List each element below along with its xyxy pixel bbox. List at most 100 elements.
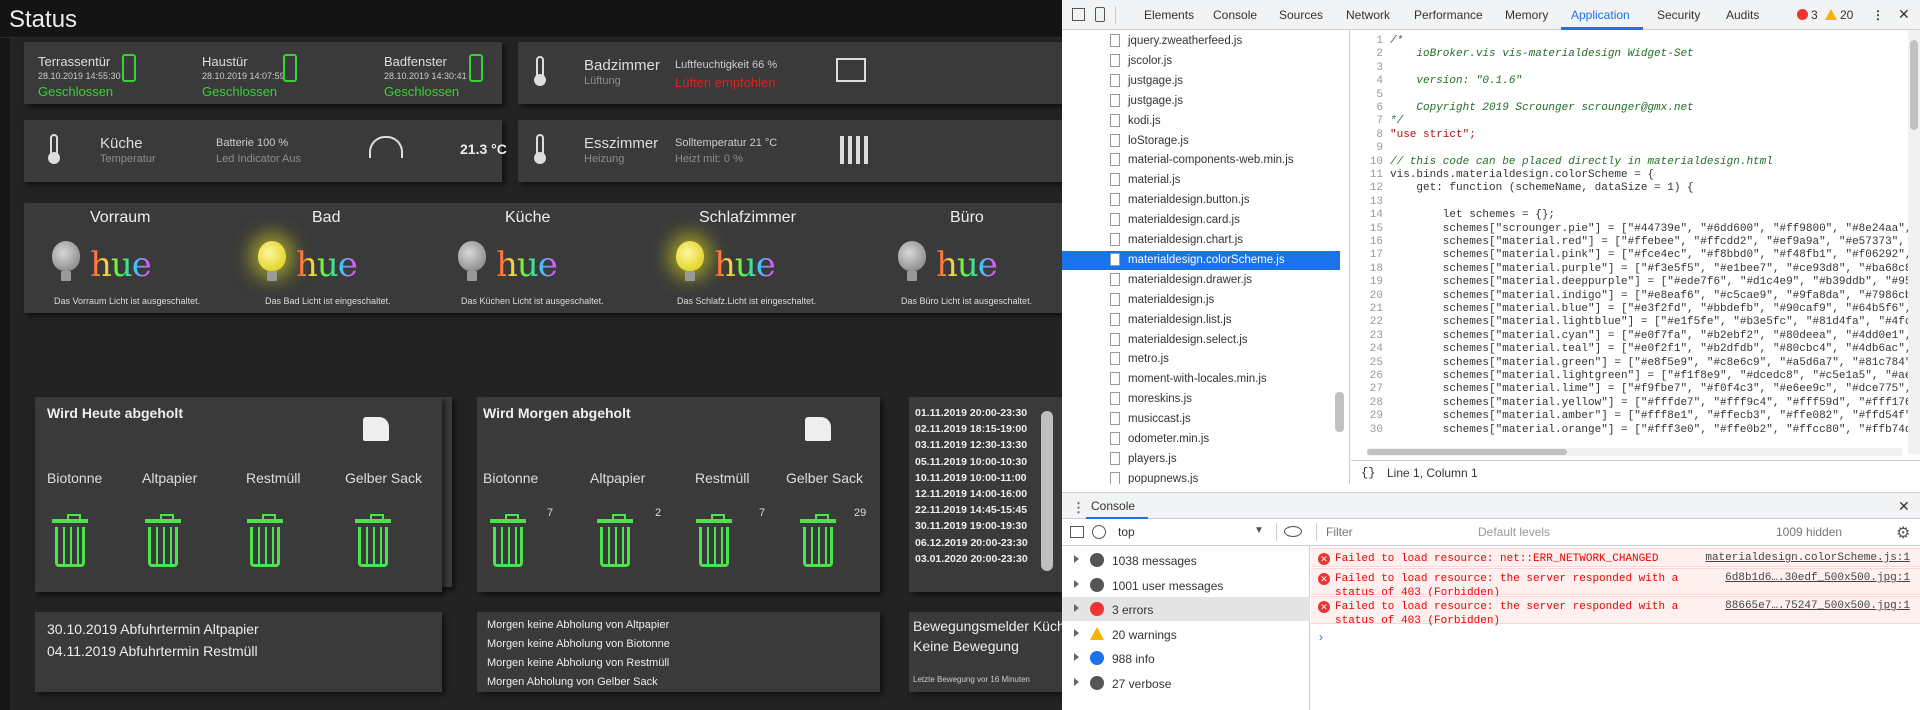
schedule-item: 05.11.2019 10:00-10:30 xyxy=(915,455,1028,468)
file-tree-item[interactable]: material.js xyxy=(1062,171,1340,190)
file-icon xyxy=(1110,312,1120,326)
close-icon[interactable]: ✕ xyxy=(1898,6,1910,23)
bin-label: Gelber Sack xyxy=(345,470,423,486)
chevron-down-icon[interactable]: ▼ xyxy=(1254,525,1264,536)
horizontal-scrollbar[interactable] xyxy=(1367,448,1902,456)
sidebar-toggle-icon[interactable] xyxy=(1070,526,1084,538)
file-tree-item[interactable]: materialdesign.button.js xyxy=(1062,191,1340,210)
file-tree-item[interactable]: moreskins.js xyxy=(1062,390,1340,409)
console-filter-item[interactable]: 3 errors xyxy=(1062,597,1310,621)
file-tree-item[interactable]: materialdesign.drawer.js xyxy=(1062,271,1340,290)
filter-input[interactable] xyxy=(1322,522,1466,542)
tab-memory[interactable]: Memory xyxy=(1505,8,1548,22)
console-error-row[interactable]: ✕ Failed to load resource: the server res… xyxy=(1311,568,1920,599)
file-icon xyxy=(1110,93,1120,107)
drawer-header: ⋮ Console ✕ xyxy=(1062,492,1920,520)
more-menu-icon[interactable]: ⋮ xyxy=(1872,8,1884,22)
expand-arrow-icon[interactable] xyxy=(1074,677,1079,686)
file-tree-item[interactable]: musiccast.js xyxy=(1062,410,1340,429)
file-tree-item[interactable]: popupnews.js xyxy=(1062,470,1340,484)
console-filter-item[interactable]: 27 verbose xyxy=(1062,671,1310,695)
file-tree-item[interactable]: materialdesign.select.js xyxy=(1062,331,1340,350)
close-drawer-icon[interactable]: ✕ xyxy=(1898,498,1910,515)
tab-audits[interactable]: Audits xyxy=(1726,8,1759,22)
trash-bin-icon xyxy=(490,514,526,567)
eye-icon[interactable] xyxy=(1284,526,1302,537)
file-name: moment-with-locales.min.js xyxy=(1128,373,1267,386)
file-name: popupnews.js xyxy=(1128,472,1199,484)
file-icon xyxy=(1110,213,1120,227)
file-tree-item[interactable]: materialdesign.colorScheme.js xyxy=(1062,250,1340,270)
device-toolbar-icon[interactable] xyxy=(1095,7,1105,22)
no-pickup-item: Morgen keine Abholung von Altpapier xyxy=(487,619,670,631)
clear-console-icon[interactable] xyxy=(1092,525,1106,539)
drawer-menu-icon[interactable]: ⋮ xyxy=(1072,500,1085,516)
scrollbar[interactable] xyxy=(1335,392,1344,432)
file-name: jscolor.js xyxy=(1128,54,1173,67)
error-source-link[interactable]: 88665e7….75247_500x500.jpg:1 xyxy=(1725,600,1910,612)
console-filter-item[interactable]: 20 warnings xyxy=(1062,622,1310,646)
file-tree-item[interactable]: materialdesign.list.js xyxy=(1062,311,1340,330)
file-name: material.js xyxy=(1128,174,1181,187)
console-error-row[interactable]: ✕ Failed to load resource: the server res… xyxy=(1311,596,1920,627)
days-until-pickup: 7 xyxy=(759,507,766,519)
file-tree-item[interactable]: materialdesign.chart.js xyxy=(1062,231,1340,250)
file-tree-item[interactable]: metro.js xyxy=(1062,350,1340,369)
tab-security[interactable]: Security xyxy=(1657,8,1700,22)
console-filter-item[interactable]: 1001 user messages xyxy=(1062,573,1310,597)
devtools-panel: Elements Console Sources Network Perform… xyxy=(1062,0,1920,710)
bin-label: Biotonne xyxy=(483,470,539,486)
console-filter-item[interactable]: 988 info xyxy=(1062,646,1310,670)
tab-console[interactable]: Console xyxy=(1213,8,1257,22)
file-tree-item[interactable]: justgage.js xyxy=(1062,72,1340,91)
file-tree-item[interactable]: materialdesign.card.js xyxy=(1062,211,1340,230)
expand-arrow-icon[interactable] xyxy=(1074,604,1079,612)
code-text: schemes["material.pink"] = ["#fce4ec", "… xyxy=(1390,249,1912,262)
tab-network[interactable]: Network xyxy=(1346,8,1390,22)
devtools-tab-bar: Elements Console Sources Network Perform… xyxy=(1062,0,1920,30)
trash-bin-icon xyxy=(800,514,836,567)
warning-icon[interactable] xyxy=(1825,9,1837,20)
console-filter-item[interactable]: 1038 messages xyxy=(1062,548,1310,572)
scrollbar[interactable] xyxy=(1908,30,1920,454)
error-icon[interactable] xyxy=(1797,9,1808,20)
inspect-icon[interactable] xyxy=(1072,8,1085,21)
file-tree-item[interactable]: jquery.zweatherfeed.js xyxy=(1062,32,1340,51)
file-tree-item[interactable]: odometer.min.js xyxy=(1062,430,1340,449)
console-prompt[interactable]: › xyxy=(1319,630,1323,644)
tab-sources[interactable]: Sources xyxy=(1279,8,1323,22)
expand-arrow-icon[interactable] xyxy=(1074,579,1079,588)
tab-application[interactable]: Application xyxy=(1571,8,1630,22)
file-tree-item[interactable]: justgage.js xyxy=(1062,92,1340,111)
tab-performance[interactable]: Performance xyxy=(1414,8,1483,22)
bug-icon xyxy=(1090,675,1104,690)
console-error-row[interactable]: ✕ Failed to load resource: net::ERR_NETWO… xyxy=(1311,548,1920,567)
file-tree-item[interactable]: materialdesign.js xyxy=(1062,291,1340,310)
file-tree-item[interactable]: players.js xyxy=(1062,450,1340,469)
file-icon xyxy=(1110,392,1120,406)
file-tree-item[interactable]: kodi.js xyxy=(1062,112,1340,131)
file-tree-item[interactable]: jscolor.js xyxy=(1062,52,1340,71)
file-tree-item[interactable]: loStorage.js xyxy=(1062,132,1340,151)
list-icon xyxy=(1090,553,1104,567)
error-source-link[interactable]: 6d8b1d6….30edf_500x500.jpg:1 xyxy=(1725,572,1910,584)
code-text: get: function (schemeName, dataSize = 1)… xyxy=(1390,182,1694,195)
line-number: 25 xyxy=(1369,356,1383,369)
code-editor[interactable]: 1 /* 2 ioBroker.vis vis-materialdesign Wid… xyxy=(1351,30,1920,454)
error-source-link[interactable]: materialdesign.colorScheme.js:1 xyxy=(1705,552,1910,564)
pickup-tomorrow-title: Wird Morgen abgeholt xyxy=(483,405,631,421)
gear-icon[interactable]: ⚙ xyxy=(1896,523,1910,543)
file-tree-item[interactable]: moment-with-locales.min.js xyxy=(1062,370,1340,389)
line-number: 1 xyxy=(1376,35,1383,47)
expand-arrow-icon[interactable] xyxy=(1074,653,1079,661)
levels-dropdown[interactable]: Default levels xyxy=(1478,525,1550,539)
expand-arrow-icon[interactable] xyxy=(1074,555,1079,563)
console-filter-label: 1038 messages xyxy=(1112,554,1197,568)
braces-icon[interactable]: {} xyxy=(1361,466,1375,480)
file-tree-item[interactable]: material-components-web.min.js xyxy=(1062,151,1340,170)
expand-arrow-icon[interactable] xyxy=(1074,628,1079,637)
tab-elements[interactable]: Elements xyxy=(1144,8,1194,22)
scrollbar[interactable] xyxy=(1041,411,1053,571)
drawer-tab-console[interactable]: Console xyxy=(1091,499,1135,513)
context-select[interactable]: top xyxy=(1118,525,1135,539)
